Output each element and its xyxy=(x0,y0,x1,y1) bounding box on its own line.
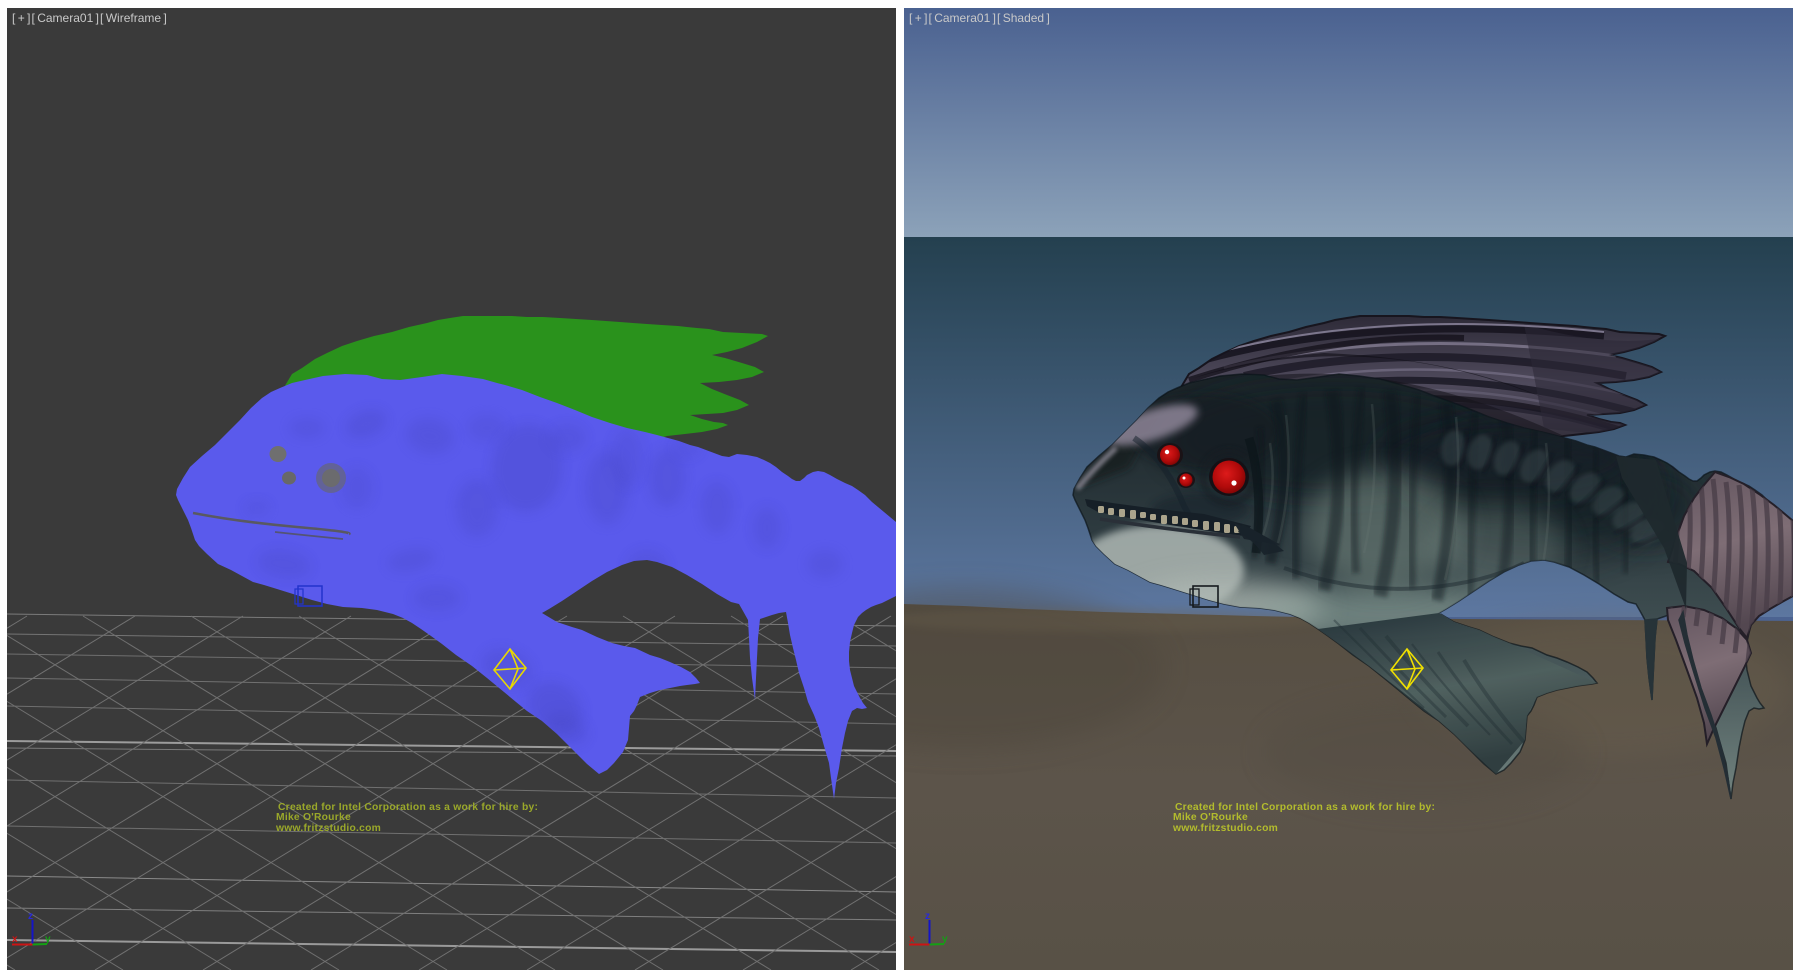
svg-text:z: z xyxy=(28,911,33,922)
svg-text:x: x xyxy=(909,934,915,945)
svg-text:www.fritzstudio.com: www.fritzstudio.com xyxy=(1172,823,1278,834)
svg-text:Mike O'Rourke: Mike O'Rourke xyxy=(1173,812,1248,823)
svg-text:Mike O'Rourke: Mike O'Rourke xyxy=(276,812,351,823)
svg-text:y: y xyxy=(45,934,51,945)
svg-text:z: z xyxy=(925,911,930,922)
svg-text:x: x xyxy=(12,934,18,945)
svg-text:y: y xyxy=(942,934,948,945)
svg-text:www.fritzstudio.com: www.fritzstudio.com xyxy=(275,823,381,834)
